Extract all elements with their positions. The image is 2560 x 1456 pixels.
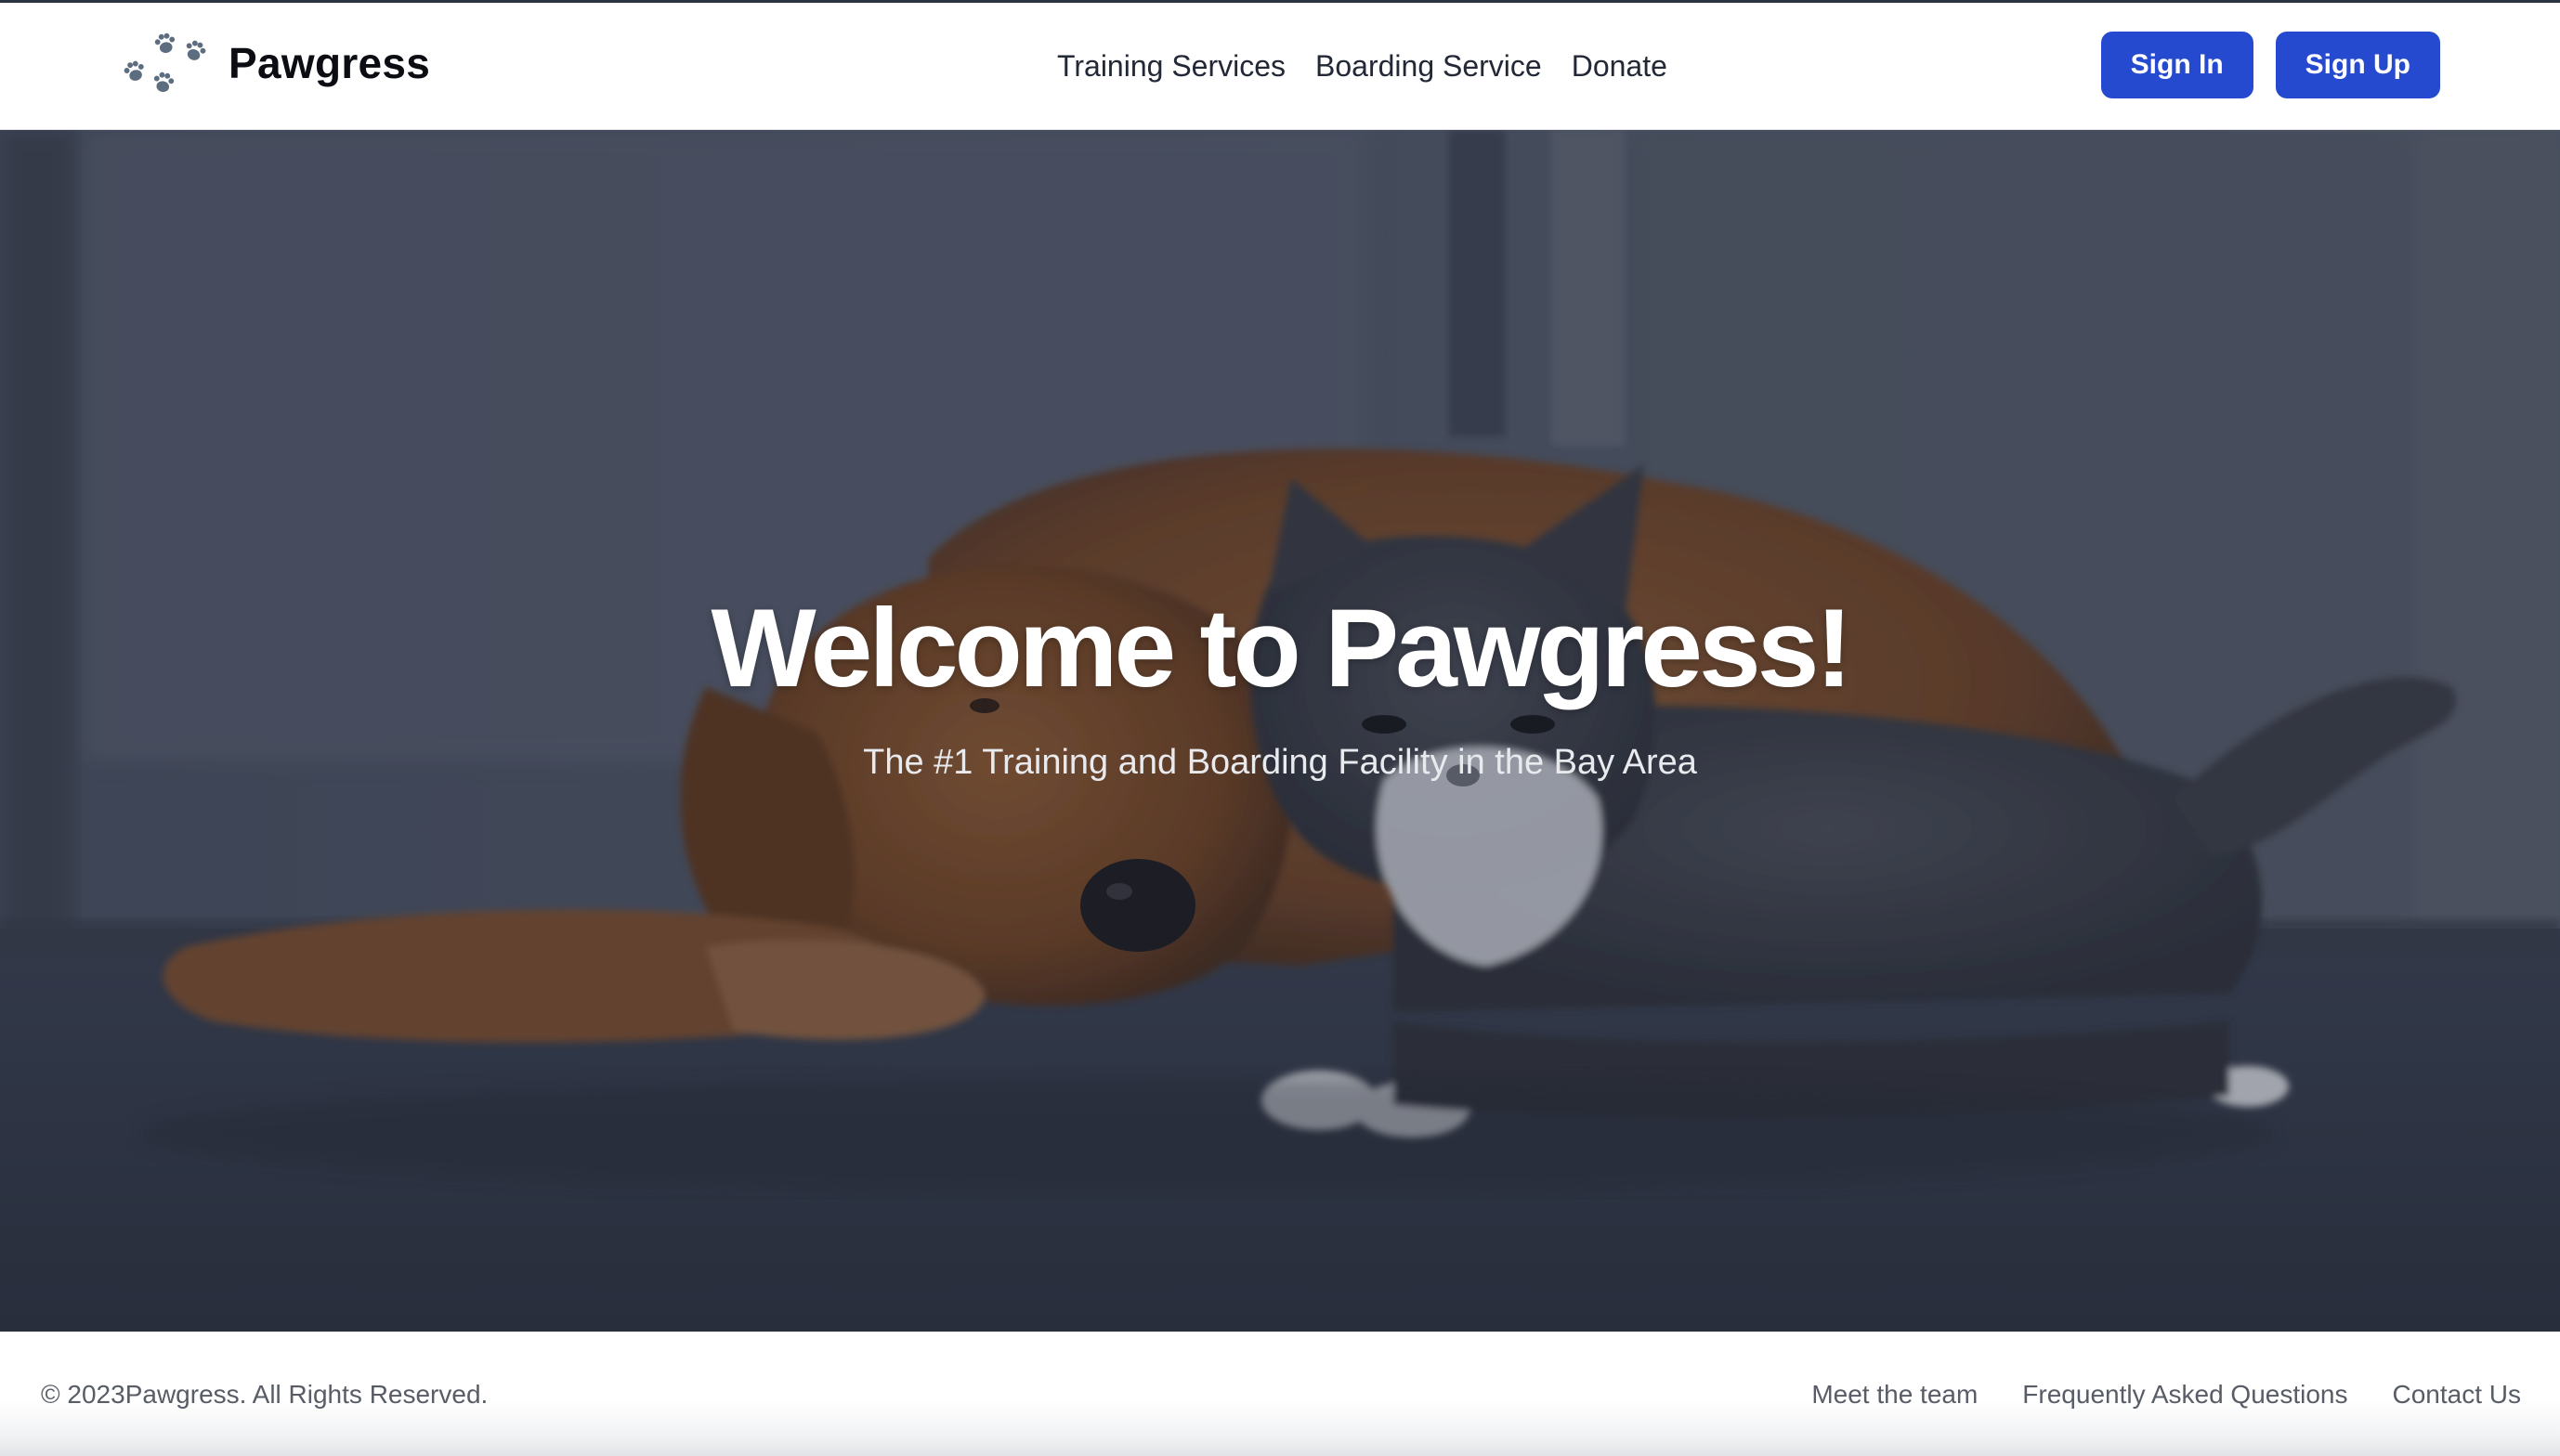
brand-home-link[interactable]: Pawgress bbox=[121, 31, 430, 96]
footer-link-meet-the-team[interactable]: Meet the team bbox=[1811, 1380, 1978, 1410]
auth-buttons: Sign In Sign Up bbox=[2100, 32, 2440, 98]
footer-link-contact-us[interactable]: Contact Us bbox=[2393, 1380, 2522, 1410]
hero-title: Welcome to Pawgress! bbox=[711, 586, 1853, 710]
nav-training-services[interactable]: Training Services bbox=[1057, 49, 1286, 84]
hero-subtitle: The #1 Training and Boarding Facility in… bbox=[863, 743, 1697, 782]
nav-boarding-service[interactable]: Boarding Service bbox=[1315, 49, 1542, 84]
footer-link-faq[interactable]: Frequently Asked Questions bbox=[2022, 1380, 2347, 1410]
nav-donate[interactable]: Donate bbox=[1572, 49, 1667, 84]
page: Pawgress Training Services Boarding Serv… bbox=[0, 0, 2560, 1456]
brand-name: Pawgress bbox=[229, 39, 431, 87]
footer-links: Meet the team Frequently Asked Questions… bbox=[1767, 1380, 2521, 1410]
sign-in-button[interactable]: Sign In bbox=[2100, 32, 2253, 98]
copyright-text: © 2023Pawgress. All Rights Reserved. bbox=[41, 1380, 489, 1409]
hero-section: Welcome to Pawgress! The #1 Training and… bbox=[0, 130, 2560, 1332]
sign-up-button[interactable]: Sign Up bbox=[2275, 32, 2440, 98]
paw-prints-icon bbox=[122, 32, 208, 94]
site-header: Pawgress Training Services Boarding Serv… bbox=[0, 3, 2560, 130]
site-footer: © 2023Pawgress. All Rights Reserved. Mee… bbox=[0, 1332, 2560, 1456]
main-nav: Training Services Boarding Service Donat… bbox=[1057, 44, 1667, 88]
hero-content: Welcome to Pawgress! The #1 Training and… bbox=[0, 130, 2560, 1332]
